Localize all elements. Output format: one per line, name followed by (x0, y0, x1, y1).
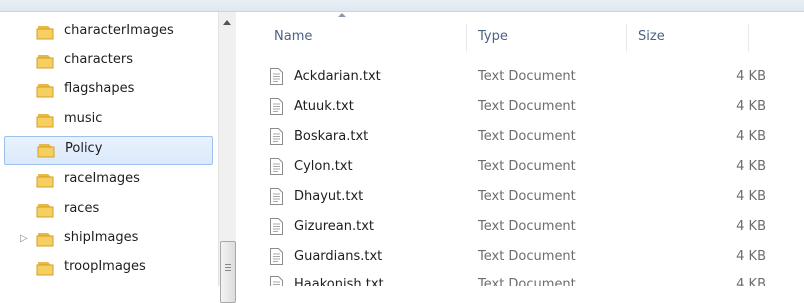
file-size: 4 KB (736, 159, 766, 174)
navigation-pane: characterImages characters flagshapes mu… (0, 12, 220, 286)
scroll-up-arrow-icon[interactable] (223, 20, 231, 25)
nav-item-label: raceImages (64, 171, 140, 186)
text-document-icon (270, 158, 283, 175)
folder-icon (37, 144, 55, 158)
folder-icon (36, 262, 54, 276)
folder-icon (36, 204, 54, 218)
file-row[interactable]: Dhayut.txt Text Document 4 KB (252, 184, 804, 214)
nav-item-label: shipImages (64, 230, 139, 245)
column-divider[interactable] (626, 24, 627, 52)
nav-item-label: Policy (65, 141, 103, 156)
nav-item-troopImages[interactable]: troopImages (0, 254, 212, 282)
nav-item-races[interactable]: races (0, 196, 212, 224)
file-type: Text Document (478, 69, 576, 84)
file-size: 4 KB (736, 189, 766, 204)
folder-icon (36, 233, 54, 247)
column-type[interactable]: Type (478, 29, 508, 44)
file-type: Text Document (478, 219, 576, 234)
grip-line (225, 264, 231, 265)
nav-item-label: flagshapes (64, 81, 135, 96)
file-type: Text Document (478, 129, 576, 144)
column-divider[interactable] (748, 24, 749, 52)
file-row[interactable]: Boskara.txt Text Document 4 KB (252, 124, 804, 154)
file-size: 4 KB (736, 99, 766, 114)
text-document-icon (270, 248, 283, 265)
file-type: Text Document (478, 189, 576, 204)
text-document-icon (270, 276, 283, 286)
text-document-icon (270, 218, 283, 235)
nav-item-music[interactable]: music (0, 106, 212, 134)
file-type: Text Document (478, 277, 576, 286)
column-divider[interactable] (466, 24, 467, 52)
file-size: 4 KB (736, 219, 766, 234)
nav-scrollbar[interactable] (218, 12, 236, 303)
file-type: Text Document (478, 249, 576, 264)
file-name: Haakonish.txt (294, 277, 384, 286)
folder-icon (36, 26, 54, 40)
folder-icon (36, 114, 54, 128)
folder-icon (36, 84, 54, 98)
grip-line (225, 267, 231, 268)
nav-item-policy[interactable]: Policy (4, 136, 213, 165)
file-name: Ackdarian.txt (294, 69, 381, 84)
nav-item-characterImages[interactable]: characterImages (0, 18, 212, 46)
file-name: Atuuk.txt (294, 99, 354, 114)
text-document-icon (270, 98, 283, 115)
nav-item-characters[interactable]: characters (0, 47, 212, 75)
file-row[interactable]: Ackdarian.txt Text Document 4 KB (252, 64, 804, 94)
file-row[interactable]: Cylon.txt Text Document 4 KB (252, 154, 804, 184)
grip-line (225, 270, 231, 271)
file-size: 4 KB (736, 277, 766, 286)
expand-arrow-icon[interactable]: ▷ (20, 233, 30, 244)
nav-item-label: races (64, 201, 100, 216)
file-row[interactable]: Gizurean.txt Text Document 4 KB (252, 214, 804, 244)
file-name: Gizurean.txt (294, 219, 375, 234)
nav-item-shipImages[interactable]: ▷ shipImages (0, 225, 212, 253)
file-type: Text Document (478, 159, 576, 174)
column-header: Name Type Size (252, 12, 804, 52)
file-row[interactable]: Guardians.txt Text Document 4 KB (252, 244, 804, 274)
nav-item-label: troopImages (64, 259, 146, 274)
folder-icon (36, 174, 54, 188)
file-name: Cylon.txt (294, 159, 353, 174)
file-size: 4 KB (736, 129, 766, 144)
toolbar-strip (0, 0, 804, 12)
column-name[interactable]: Name (274, 29, 312, 44)
nav-item-label: music (64, 111, 103, 126)
file-name: Dhayut.txt (294, 189, 364, 204)
file-name: Boskara.txt (294, 129, 369, 144)
text-document-icon (270, 188, 283, 205)
file-row[interactable]: Haakonish.txt Text Document 4 KB (252, 272, 804, 286)
file-name: Guardians.txt (294, 249, 383, 264)
nav-item-raceImages[interactable]: raceImages (0, 166, 212, 194)
sort-ascending-icon (338, 13, 346, 17)
text-document-icon (270, 128, 283, 145)
file-type: Text Document (478, 99, 576, 114)
folder-icon (36, 55, 54, 69)
nav-item-label: characterImages (64, 23, 174, 38)
file-row[interactable]: Atuuk.txt Text Document 4 KB (252, 94, 804, 124)
nav-item-label: characters (64, 52, 134, 67)
column-size[interactable]: Size (638, 29, 665, 44)
nav-item-flagshapes[interactable]: flagshapes (0, 76, 212, 104)
file-size: 4 KB (736, 69, 766, 84)
file-size: 4 KB (736, 249, 766, 264)
scrollbar-thumb[interactable] (220, 241, 236, 303)
text-document-icon (270, 68, 283, 85)
